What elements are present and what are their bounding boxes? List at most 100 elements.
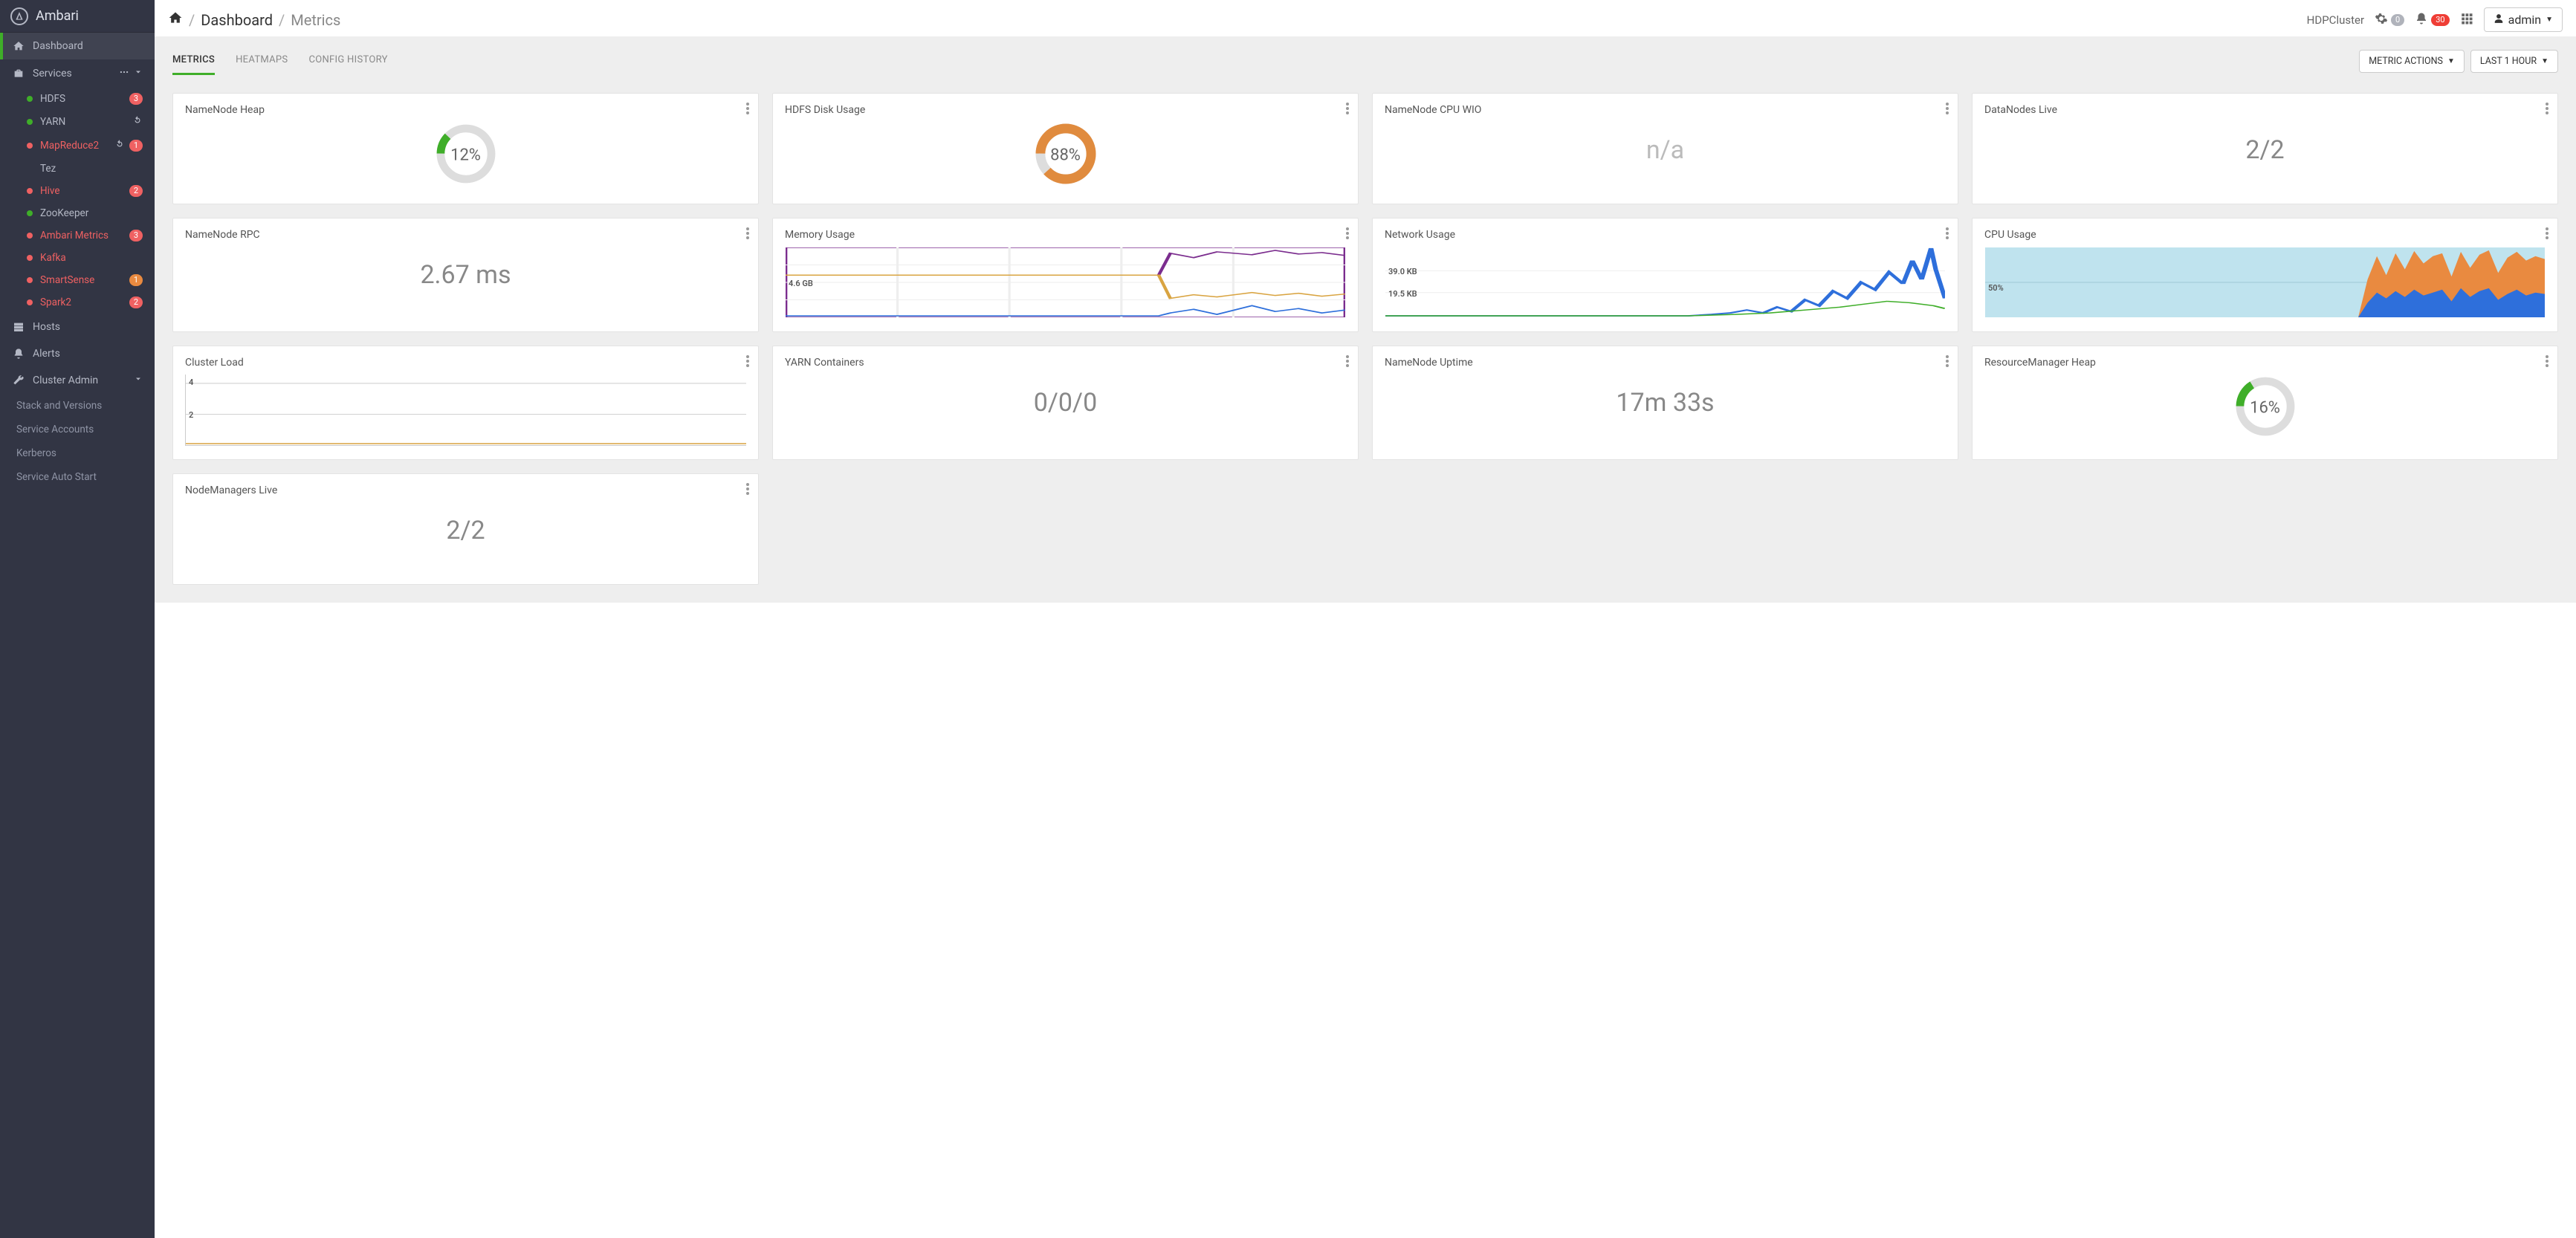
ops-count: 0 (2391, 14, 2404, 26)
service-label: HDFS (40, 93, 65, 105)
metric-actions-button[interactable]: METRIC ACTIONS ▼ (2359, 50, 2465, 73)
card-menu-icon[interactable] (2546, 103, 2549, 117)
card-value: 0/0/0 (785, 388, 1346, 418)
card-namenode-heap[interactable]: NameNode Heap 12% (172, 93, 759, 204)
donut-value: 12% (450, 146, 481, 165)
alert-badge: 1 (129, 274, 143, 286)
sidebar-service-ambari-metrics[interactable]: Ambari Metrics3 (19, 224, 155, 247)
service-label: MapReduce2 (40, 140, 99, 152)
nav-dashboard[interactable]: Dashboard (0, 33, 155, 59)
tab-heatmaps[interactable]: HEATMAPS (236, 47, 288, 75)
nav: Dashboard Services HDFS3YARNMapReduce21T… (0, 33, 155, 489)
breadcrumb-dashboard[interactable]: Dashboard (201, 11, 273, 29)
status-dot-icon (27, 277, 33, 283)
card-title: Network Usage (1385, 229, 1946, 241)
ops-button[interactable]: 0 (2375, 12, 2404, 28)
nav-alerts[interactable]: Alerts (0, 340, 155, 367)
card-title: NameNode RPC (185, 229, 746, 241)
card-menu-icon[interactable] (746, 103, 749, 117)
network-chart: 39.0 KB 19.5 KB (1385, 247, 1946, 318)
card-menu-icon[interactable] (1346, 103, 1349, 117)
alert-badge: 3 (129, 93, 143, 105)
caret-down-icon: ▼ (2447, 57, 2455, 65)
alert-badge: 2 (129, 296, 143, 308)
nav-cluster-admin[interactable]: Cluster Admin (0, 367, 155, 394)
card-yarn-containers[interactable]: YARN Containers 0/0/0 (772, 346, 1359, 460)
ellipsis-icon[interactable] (119, 67, 129, 80)
sidebar-service-hive[interactable]: Hive2 (19, 180, 155, 202)
ambari-logo-icon (10, 7, 28, 25)
card-menu-icon[interactable] (2546, 355, 2549, 370)
nav-hosts[interactable]: Hosts (0, 314, 155, 340)
sidebar-service-mapreduce2[interactable]: MapReduce21 (19, 134, 155, 158)
card-memory-usage[interactable]: Memory Usage 4.6 GB (772, 218, 1359, 332)
cluster-admin-service-auto-start[interactable]: Service Auto Start (0, 465, 155, 489)
alerts-count: 30 (2431, 14, 2449, 26)
status-dot-icon (27, 210, 33, 216)
sidebar-service-kafka[interactable]: Kafka (19, 247, 155, 269)
apps-button[interactable] (2460, 12, 2473, 28)
card-menu-icon[interactable] (746, 355, 749, 370)
bell-icon (12, 348, 25, 360)
bell-icon (2415, 12, 2428, 28)
sidebar-service-tez[interactable]: Tez (19, 158, 155, 180)
card-menu-icon[interactable] (1346, 227, 1349, 242)
status-dot-icon (27, 143, 33, 149)
card-namenode-rpc[interactable]: NameNode RPC 2.67 ms (172, 218, 759, 332)
service-label: YARN (40, 116, 65, 128)
chart-label: 39.0 KB (1388, 267, 1417, 276)
service-label: Spark2 (40, 296, 71, 308)
card-value: n/a (1385, 135, 1946, 165)
topbar: / Dashboard / Metrics HDPCluster 0 30 (155, 0, 2576, 36)
alerts-button[interactable]: 30 (2415, 12, 2449, 28)
card-nodemanagers-live[interactable]: NodeManagers Live 2/2 (172, 473, 759, 585)
card-title: NameNode Heap (185, 104, 746, 116)
home-icon[interactable] (168, 10, 183, 29)
card-network-usage[interactable]: Network Usage 39.0 KB 19.5 KB (1372, 218, 1958, 332)
card-menu-icon[interactable] (746, 483, 749, 498)
refresh-icon[interactable] (114, 139, 125, 152)
sidebar-service-zookeeper[interactable]: ZooKeeper (19, 202, 155, 224)
tab-config-history[interactable]: CONFIG HISTORY (308, 47, 387, 75)
card-cluster-load[interactable]: Cluster Load 4 2 (172, 346, 759, 460)
sidebar-service-smartsense[interactable]: SmartSense1 (19, 269, 155, 291)
user-menu[interactable]: admin ▼ (2484, 7, 2563, 32)
card-menu-icon[interactable] (1946, 227, 1949, 242)
card-namenode-cpu-wio[interactable]: NameNode CPU WIO n/a (1372, 93, 1958, 204)
donut-value: 16% (2250, 399, 2280, 418)
briefcase-icon (12, 68, 25, 80)
cluster-load-chart: 4 2 (185, 375, 746, 446)
card-menu-icon[interactable] (1946, 355, 1949, 370)
brand-logo[interactable]: Ambari (0, 0, 155, 33)
card-hdfs-disk-usage[interactable]: HDFS Disk Usage 88% (772, 93, 1359, 204)
card-cpu-usage[interactable]: CPU Usage 50% (1972, 218, 2558, 332)
time-range-button[interactable]: LAST 1 HOUR ▼ (2470, 50, 2558, 73)
metrics-grid: NameNode Heap 12% HDFS Disk Usage 88% (155, 75, 2576, 603)
caret-down-icon: ▼ (2541, 57, 2549, 65)
tab-metrics[interactable]: METRICS (172, 47, 215, 75)
user-icon (2494, 13, 2504, 27)
breadcrumb-current: Metrics (291, 11, 340, 29)
chevron-down-icon[interactable] (134, 68, 143, 80)
card-menu-icon[interactable] (1346, 355, 1349, 370)
card-datanodes-live[interactable]: DataNodes Live 2/2 (1972, 93, 2558, 204)
sidebar-service-yarn[interactable]: YARN (19, 110, 155, 134)
card-title: NameNode CPU WIO (1385, 104, 1946, 116)
chart-label: 4 (189, 377, 193, 387)
cluster-admin-kerberos[interactable]: Kerberos (0, 441, 155, 465)
refresh-icon[interactable] (132, 115, 143, 129)
sidebar-service-hdfs[interactable]: HDFS 3 (19, 88, 155, 110)
chart-label: 4.6 GB (789, 279, 813, 288)
sidebar-service-spark2[interactable]: Spark2 2 (19, 291, 155, 314)
cluster-name[interactable]: HDPCluster (2307, 13, 2364, 27)
cluster-admin-stack-and-versions[interactable]: Stack and Versions (0, 394, 155, 418)
tabs: METRICS HEATMAPS CONFIG HISTORY (172, 47, 388, 75)
server-icon (12, 321, 25, 333)
card-namenode-uptime[interactable]: NameNode Uptime 17m 33s (1372, 346, 1958, 460)
card-rm-heap[interactable]: ResourceManager Heap 16% (1972, 346, 2558, 460)
card-menu-icon[interactable] (2546, 227, 2549, 242)
cluster-admin-service-accounts[interactable]: Service Accounts (0, 418, 155, 441)
card-menu-icon[interactable] (746, 227, 749, 242)
nav-services[interactable]: Services (0, 59, 155, 88)
card-menu-icon[interactable] (1946, 103, 1949, 117)
